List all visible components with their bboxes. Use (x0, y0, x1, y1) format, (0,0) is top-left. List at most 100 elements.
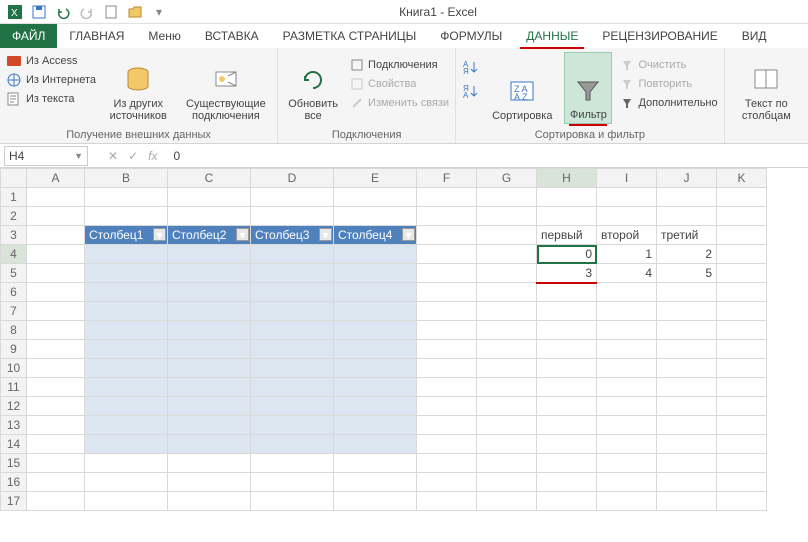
enter-fx-icon: ✓ (128, 149, 138, 163)
row-12[interactable]: 12 (1, 397, 27, 416)
row-10[interactable]: 10 (1, 359, 27, 378)
filter-button[interactable]: Фильтр (564, 52, 612, 124)
refresh-all-button[interactable]: Обновить все (284, 52, 342, 124)
col-D[interactable]: D (251, 169, 334, 188)
table-header-3[interactable]: Столбец3 ▾ (251, 226, 334, 245)
group-sortfilter-label: Сортировка и фильтр (462, 128, 718, 141)
cell-I4[interactable]: 1 (597, 245, 657, 264)
tab-review[interactable]: РЕЦЕНЗИРОВАНИЕ (590, 24, 729, 48)
filter-drop-icon[interactable]: ▾ (319, 228, 332, 241)
sort-asc-button[interactable]: AЯ (462, 58, 480, 76)
sort-desc-button[interactable]: ЯA (462, 82, 480, 100)
existing-conn-label: Существующие подключения (184, 98, 267, 122)
new-doc-icon[interactable] (102, 3, 120, 21)
tab-home[interactable]: ГЛАВНАЯ (57, 24, 136, 48)
row-8[interactable]: 8 (1, 321, 27, 340)
table-header-2[interactable]: Столбец2▾ (168, 226, 251, 245)
worksheet-grid[interactable]: A B C D E F G H I J K 1 2 3 Столбец1 ▾ Ст… (0, 168, 767, 511)
cell-H5[interactable]: 3 (537, 264, 597, 283)
tab-pagelayout[interactable]: РАЗМЕТКА СТРАНИЦЫ (271, 24, 429, 48)
row-1[interactable]: 1 (1, 188, 27, 207)
svg-text:X: X (11, 8, 18, 19)
svg-text:Я: Я (463, 67, 469, 75)
fx-icon[interactable]: fx (148, 149, 157, 163)
col-H[interactable]: H (537, 169, 597, 188)
chevron-down-icon[interactable]: ▼ (74, 151, 83, 161)
select-all[interactable] (1, 169, 27, 188)
connections-label: Подключения (368, 59, 438, 71)
properties-label: Свойства (368, 78, 416, 90)
cell-H3[interactable]: первый (537, 226, 597, 245)
from-web-button[interactable]: Из Интернета (6, 71, 96, 89)
row-9[interactable]: 9 (1, 340, 27, 359)
sort-button[interactable]: Z AA Z Сортировка (488, 52, 556, 124)
col-B[interactable]: B (85, 169, 168, 188)
col-E[interactable]: E (334, 169, 417, 188)
col-I[interactable]: I (597, 169, 657, 188)
cell-I3[interactable]: второй (597, 226, 657, 245)
cell-I5[interactable]: 4 (597, 264, 657, 283)
refresh-all-label: Обновить все (288, 98, 338, 122)
table-header-1[interactable]: Столбец1 ▾ (85, 226, 168, 245)
th4-label: Столбец4 (338, 228, 392, 242)
cell-J5[interactable]: 5 (657, 264, 717, 283)
name-box[interactable]: H4▼ (4, 146, 88, 166)
tab-insert[interactable]: ВСТАВКА (193, 24, 271, 48)
tab-view[interactable]: ВИД (730, 24, 779, 48)
cell-J3[interactable]: третий (657, 226, 717, 245)
sort-label: Сортировка (492, 110, 552, 122)
col-K[interactable]: K (717, 169, 767, 188)
advanced-label: Дополнительно (638, 97, 717, 109)
row-6[interactable]: 6 (1, 283, 27, 302)
col-G[interactable]: G (477, 169, 537, 188)
redo-icon[interactable] (78, 3, 96, 21)
undo-icon[interactable] (54, 3, 72, 21)
row-16[interactable]: 16 (1, 473, 27, 492)
qat-more-icon[interactable]: ▾ (150, 3, 168, 21)
tab-data[interactable]: ДАННЫЕ (514, 24, 590, 48)
formula-input[interactable]: 0 (165, 149, 808, 163)
save-icon[interactable] (30, 3, 48, 21)
row-5[interactable]: 5 (1, 264, 27, 283)
from-other-button[interactable]: Из других источников (104, 52, 172, 124)
row-7[interactable]: 7 (1, 302, 27, 321)
cell-H4[interactable]: 0 (537, 245, 597, 264)
tab-menu[interactable]: Меню (136, 24, 192, 48)
row-17[interactable]: 17 (1, 492, 27, 511)
existing-conn-button[interactable]: Существующие подключения (180, 52, 271, 124)
th3-label: Столбец3 (255, 228, 309, 242)
th1-label: Столбец1 (89, 228, 143, 242)
cell-J4[interactable]: 2 (657, 245, 717, 264)
col-J[interactable]: J (657, 169, 717, 188)
edit-links-label: Изменить связи (368, 97, 449, 109)
connections-button[interactable]: Подключения (350, 56, 449, 74)
row-15[interactable]: 15 (1, 454, 27, 473)
row-14[interactable]: 14 (1, 435, 27, 454)
edit-links-button: Изменить связи (350, 94, 449, 112)
from-web-label: Из Интернета (26, 74, 96, 86)
col-F[interactable]: F (417, 169, 477, 188)
col-A[interactable]: A (27, 169, 85, 188)
row-2[interactable]: 2 (1, 207, 27, 226)
from-access-button[interactable]: Из Access (6, 52, 96, 70)
row-3[interactable]: 3 (1, 226, 27, 245)
tab-file[interactable]: ФАЙЛ (0, 24, 57, 48)
filter-drop-icon[interactable]: ▾ (402, 228, 415, 241)
formula-bar: H4▼ ✕ ✓ fx 0 (0, 144, 808, 168)
from-text-button[interactable]: Из текста (6, 90, 96, 108)
ribbon-tabs: ФАЙЛ ГЛАВНАЯ Меню ВСТАВКА РАЗМЕТКА СТРАН… (0, 24, 808, 48)
filter-drop-icon[interactable]: ▾ (236, 228, 249, 241)
from-access-label: Из Access (26, 55, 77, 67)
table-header-4[interactable]: Столбец4 ▾ (334, 226, 417, 245)
cancel-fx-icon: ✕ (108, 149, 118, 163)
text-to-columns-button[interactable]: Текст по столбцам (731, 52, 802, 124)
advanced-filter-button[interactable]: Дополнительно (620, 94, 717, 112)
col-C[interactable]: C (168, 169, 251, 188)
row-4[interactable]: 4 (1, 245, 27, 264)
filter-drop-icon[interactable]: ▾ (153, 228, 166, 241)
tab-formulas[interactable]: ФОРМУЛЫ (428, 24, 514, 48)
open-icon[interactable] (126, 3, 144, 21)
row-13[interactable]: 13 (1, 416, 27, 435)
row-11[interactable]: 11 (1, 378, 27, 397)
refresh-icon (297, 64, 329, 96)
